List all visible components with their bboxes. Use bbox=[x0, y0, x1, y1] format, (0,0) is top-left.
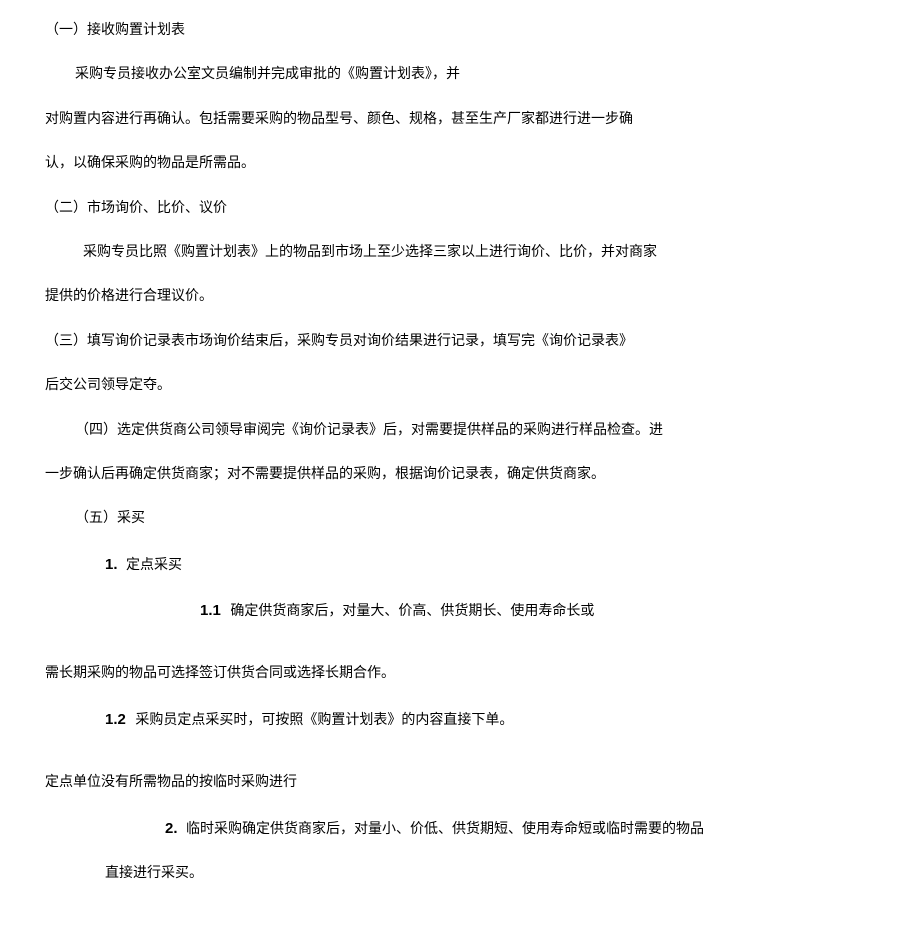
section-2-title: （二）市场询价、比价、议价 bbox=[45, 198, 875, 220]
item-1-number: 1. bbox=[105, 556, 118, 573]
section-1-para-3: 认，以确保采购的物品是所需品。 bbox=[45, 153, 875, 175]
item-1-label: 定点采买 bbox=[126, 558, 182, 573]
section-5-sub-1-1: 1.1 确定供货商家后，对量大、价高、供货期长、使用寿命长或 bbox=[45, 599, 875, 623]
section-1-para-1: 采购专员接收办公室文员编制并完成审批的《购置计划表》，并 bbox=[45, 64, 875, 86]
item-2-number: 2. bbox=[165, 820, 178, 837]
section-1-title: （一）接收购置计划表 bbox=[45, 20, 875, 42]
section-5-item-2-para-1: 直接进行采买。 bbox=[45, 863, 875, 885]
sub-1-2-number: 1.2 bbox=[105, 711, 126, 728]
section-5-item-1: 1. 定点采买 bbox=[45, 553, 875, 577]
sub-1-1-number: 1.1 bbox=[200, 602, 221, 619]
item-2-text: 临时采购确定供货商家后，对量小、价低、供货期短、使用寿命短或临时需要的物品 bbox=[186, 822, 704, 837]
section-1-para-2: 对购置内容进行再确认。包括需要采购的物品型号、颜色、规格，甚至生产厂家都进行进一… bbox=[45, 109, 875, 131]
section-3-para-1: （三）填写询价记录表市场询价结束后，采购专员对询价结果进行记录，填写完《询价记录… bbox=[45, 331, 875, 353]
sub-1-1-text: 确定供货商家后，对量大、价高、供货期长、使用寿命长或 bbox=[230, 604, 594, 619]
section-4-para-2: 一步确认后再确定供货商家；对不需要提供样品的采购，根据询价记录表，确定供货商家。 bbox=[45, 464, 875, 486]
section-2-para-1: 采购专员比照《购置计划表》上的物品到市场上至少选择三家以上进行询价、比价，并对商… bbox=[45, 242, 875, 264]
section-5-sub-1-2: 1.2 采购员定点采买时，可按照《购置计划表》的内容直接下单。 bbox=[45, 708, 875, 732]
section-5-item-1-para-2: 定点单位没有所需物品的按临时采购进行 bbox=[45, 772, 875, 794]
section-3-para-2: 后交公司领导定夺。 bbox=[45, 375, 875, 397]
section-2-para-2: 提供的价格进行合理议价。 bbox=[45, 286, 875, 308]
section-5-item-2: 2. 临时采购确定供货商家后，对量小、价低、供货期短、使用寿命短或临时需要的物品 bbox=[45, 817, 875, 841]
section-4-para-1: （四）选定供货商公司领导审阅完《询价记录表》后，对需要提供样品的采购进行样品检查… bbox=[45, 420, 875, 442]
sub-1-2-text: 采购员定点采买时，可按照《购置计划表》的内容直接下单。 bbox=[135, 713, 513, 728]
section-5-title: （五）采买 bbox=[45, 508, 875, 530]
section-5-item-1-para-1: 需长期采购的物品可选择签订供货合同或选择长期合作。 bbox=[45, 663, 875, 685]
